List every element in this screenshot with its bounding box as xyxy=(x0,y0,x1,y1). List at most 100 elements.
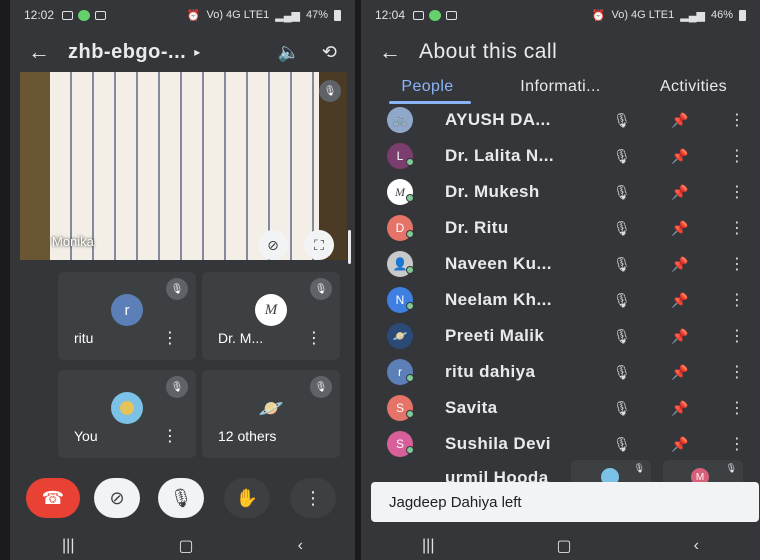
person-name: ritu dahiya xyxy=(445,362,536,381)
battery-icon xyxy=(334,9,341,21)
more-options-icon[interactable]: ⋮ xyxy=(162,328,178,348)
mic-off-icon: 🎙 xyxy=(613,147,631,164)
status-time: 12:04 xyxy=(375,8,406,22)
more-options-icon[interactable]: ⋮ xyxy=(729,398,745,418)
scrollbar-thumb[interactable] xyxy=(348,230,351,264)
mic-off-icon: 🎙 xyxy=(166,376,188,398)
person-icon xyxy=(120,401,134,415)
pin-icon[interactable]: 📌 xyxy=(671,148,688,165)
pin-icon[interactable]: 📌 xyxy=(671,364,688,381)
list-item[interactable]: S Savita 🎙 📌 ⋮ xyxy=(361,390,760,426)
more-options-icon[interactable]: ⋮ xyxy=(729,182,745,202)
alarm-icon: ⏰ xyxy=(186,9,201,22)
participant-tile[interactable]: 🎙 r ritu ⋮ xyxy=(58,272,196,360)
presenter-video[interactable]: 🎙 xyxy=(50,72,347,260)
participant-tile[interactable]: 🎙 You ⋮ xyxy=(58,370,196,458)
tab-activities[interactable]: Activities xyxy=(627,72,760,104)
home-icon[interactable]: ▢ xyxy=(556,536,571,556)
more-options-icon[interactable]: ⋮ xyxy=(306,328,322,348)
tab-people[interactable]: People xyxy=(361,72,494,104)
person-name: Naveen Ku... xyxy=(445,254,552,273)
status-time: 12:02 xyxy=(24,8,55,22)
more-options-icon[interactable]: ⋮ xyxy=(729,290,745,310)
person-name: Neelam Kh... xyxy=(445,290,552,309)
pin-icon[interactable]: 📌 xyxy=(671,220,688,237)
online-dot xyxy=(406,158,414,166)
recents-icon[interactable]: ||| xyxy=(422,537,434,555)
home-icon[interactable]: ▢ xyxy=(178,536,193,556)
raise-hand-button[interactable]: ✋ xyxy=(224,478,270,518)
more-options-icon[interactable]: ⋮ xyxy=(729,110,745,130)
participant-tiles: 🎙 r ritu ⋮ 🎙 M Dr. M... ⋮ 🎙 You ⋮ 🎙 🪐 12… xyxy=(58,272,348,462)
signal-icon: ▂▄▆ xyxy=(680,9,705,22)
more-options-icon[interactable]: ⋮ xyxy=(729,326,745,346)
mic-off-icon: 🎙 xyxy=(613,255,631,272)
tab-information[interactable]: Informati... xyxy=(494,72,627,104)
notification-icon xyxy=(413,10,425,20)
more-options-icon[interactable]: ⋮ xyxy=(729,146,745,166)
online-dot xyxy=(406,230,414,238)
status-bar: 12:04 ⏰ Vo) 4G LTE1 ▂▄▆ 46% xyxy=(361,0,760,30)
call-controls: ☎ ⊘ 🎙 ✋ ⋮ xyxy=(10,478,355,522)
pin-off-icon[interactable]: ⊘ xyxy=(258,230,288,260)
back-icon[interactable]: ‹ xyxy=(298,537,303,555)
online-dot xyxy=(406,410,414,418)
person-name: Preeti Malik xyxy=(445,326,545,345)
more-options-icon[interactable]: ⋮ xyxy=(729,362,745,382)
mic-off-icon: 🎙 xyxy=(613,435,631,452)
mic-off-icon: 🎙 xyxy=(633,463,645,473)
list-item[interactable]: L Dr. Lalita N... 🎙 📌 ⋮ xyxy=(361,138,760,174)
back-arrow-icon[interactable]: ← xyxy=(379,39,419,65)
more-options-icon[interactable]: ⋮ xyxy=(729,434,745,454)
list-item[interactable]: N Neelam Kh... 🎙 📌 ⋮ xyxy=(361,282,760,318)
more-options-button[interactable]: ⋮ xyxy=(290,478,336,518)
pin-icon[interactable]: 📌 xyxy=(671,328,688,345)
person-name: AYUSH DA... xyxy=(445,110,551,129)
mic-off-button[interactable]: 🎙 xyxy=(158,478,204,518)
pin-icon[interactable]: 📌 xyxy=(671,256,688,273)
back-icon[interactable]: ‹ xyxy=(694,537,699,555)
chevron-right-icon[interactable]: ▸ xyxy=(194,45,200,59)
person-name: Dr. Mukesh xyxy=(445,182,540,201)
more-options-icon[interactable]: ⋮ xyxy=(729,218,745,238)
mic-off-icon: 🎙 xyxy=(166,278,188,300)
list-item[interactable]: 🪐 Preeti Malik 🎙 📌 ⋮ xyxy=(361,318,760,354)
end-call-button[interactable]: ☎ xyxy=(26,478,80,518)
list-item[interactable]: D Dr. Ritu 🎙 📌 ⋮ xyxy=(361,210,760,246)
mic-off-icon: 🎙 xyxy=(613,327,631,344)
online-dot xyxy=(406,302,414,310)
list-item[interactable]: S Sushila Devi 🎙 📌 ⋮ xyxy=(361,426,760,462)
list-item[interactable]: 🚲 AYUSH DA... 🎙 📌 ⋮ xyxy=(361,102,760,138)
pin-icon[interactable]: 📌 xyxy=(671,184,688,201)
signal-icon: ▂▄▆ xyxy=(275,9,300,22)
person-name: Dr. Ritu xyxy=(445,218,509,237)
list-item[interactable]: M Dr. Mukesh 🎙 📌 ⋮ xyxy=(361,174,760,210)
more-options-icon[interactable]: ⋮ xyxy=(729,254,745,274)
network-indicator: Vo) 4G LTE1 xyxy=(206,9,270,21)
more-options-icon[interactable]: ⋮ xyxy=(162,426,178,446)
list-item[interactable]: 👤 Naveen Ku... 🎙 📌 ⋮ xyxy=(361,246,760,282)
participant-tile[interactable]: 🎙 M Dr. M... ⋮ xyxy=(202,272,340,360)
mic-off-icon: 🎙 xyxy=(613,111,631,128)
pin-icon[interactable]: 📌 xyxy=(671,400,688,417)
camera-off-button[interactable]: ⊘ xyxy=(94,478,140,518)
others-tile[interactable]: 🎙 🪐 12 others xyxy=(202,370,340,458)
avatar: M xyxy=(255,294,287,326)
list-item[interactable]: r ritu dahiya 🎙 📌 ⋮ xyxy=(361,354,760,390)
person-name: Dr. Lalita N... xyxy=(445,146,554,165)
fullscreen-icon[interactable]: ⛶ xyxy=(304,230,334,260)
meeting-code[interactable]: zhb-ebgo-... xyxy=(68,41,186,64)
participant-name: Dr. M... xyxy=(218,330,264,346)
back-arrow-icon[interactable]: ← xyxy=(28,39,68,65)
about-call-screen: 12:04 ⏰ Vo) 4G LTE1 ▂▄▆ 46% ← About this… xyxy=(361,0,760,560)
mic-off-icon: 🎙 xyxy=(319,80,341,102)
recents-icon[interactable]: ||| xyxy=(62,537,74,555)
speaker-icon[interactable]: 🔈 xyxy=(277,42,299,63)
planet-icon: 🪐 xyxy=(387,323,413,349)
meeting-screen: 12:02 ⏰ Vo) 4G LTE1 ▂▄▆ 47% ← zhb-ebgo-.… xyxy=(10,0,355,560)
pin-icon[interactable]: 📌 xyxy=(671,436,688,453)
pin-icon[interactable]: 📌 xyxy=(671,112,688,129)
switch-camera-icon[interactable]: ⟲ xyxy=(322,42,337,63)
avatar xyxy=(111,392,143,424)
pin-icon[interactable]: 📌 xyxy=(671,292,688,309)
